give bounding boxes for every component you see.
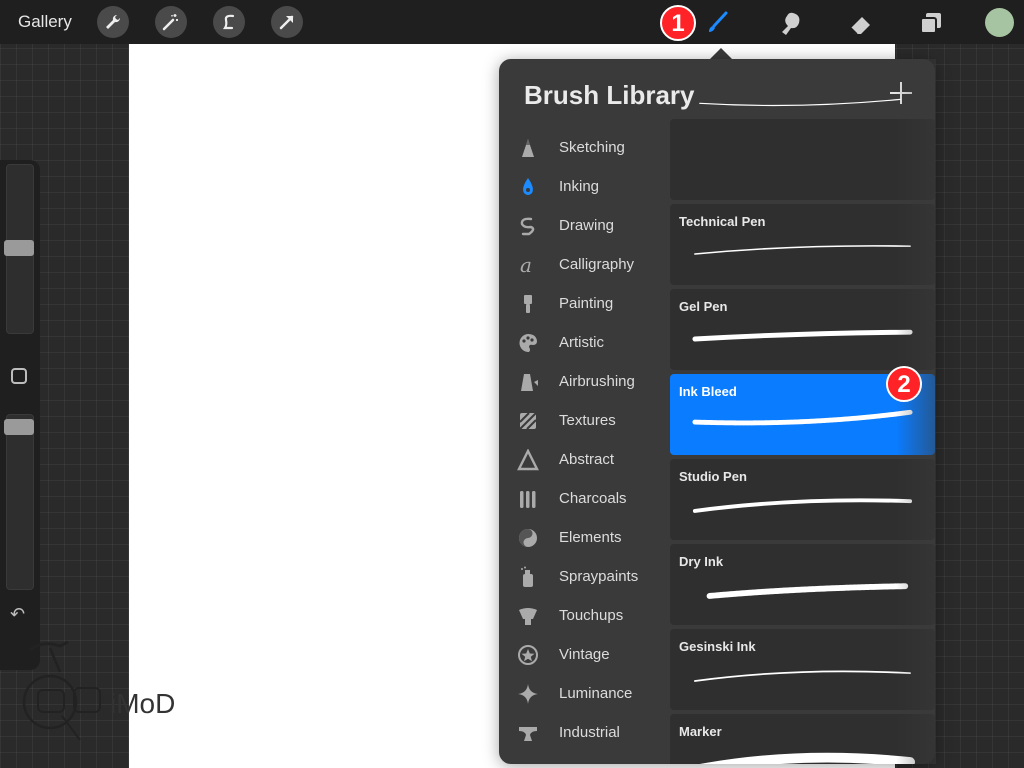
category-vintage[interactable]: Vintage (499, 636, 667, 675)
brush-studio-pen[interactable]: Studio Pen (670, 459, 935, 540)
category-airbrushing[interactable]: Airbrushing (499, 363, 667, 402)
category-label: Artistic (559, 334, 604, 351)
category-industrial[interactable]: Industrial (499, 714, 667, 753)
ink-drop-icon (517, 176, 539, 198)
pencil-tip-icon (517, 137, 539, 159)
sparkle-icon (517, 683, 539, 705)
airbrush-icon (517, 371, 539, 393)
brush-name: Gesinski Ink (679, 639, 756, 654)
texture-icon (517, 410, 539, 432)
watermark-text: iMoD (110, 688, 176, 719)
category-label: Airbrushing (559, 373, 635, 390)
category-label: Painting (559, 295, 614, 312)
brush-name: Dry Ink (679, 554, 724, 569)
category-label: Abstract (559, 451, 615, 468)
brush-size-handle[interactable] (4, 240, 34, 256)
color-swatch[interactable] (985, 8, 1014, 37)
category-luminance[interactable]: Luminance (499, 675, 667, 714)
step-badge-1: 1 (660, 5, 696, 41)
left-sidebar: ↶ (0, 160, 40, 670)
opacity-slider[interactable] (6, 414, 34, 590)
brush-stroke-preview (706, 583, 909, 599)
category-label: Charcoals (559, 490, 627, 507)
category-label: Vintage (559, 646, 610, 663)
panel-title: Brush Library (524, 80, 695, 110)
opacity-handle[interactable] (4, 419, 34, 435)
brush-stroke-preview (699, 752, 915, 764)
category-label: Drawing (559, 217, 615, 234)
spraycan-icon (517, 566, 539, 588)
eraser-icon[interactable] (843, 6, 877, 40)
squiggle-icon (517, 215, 539, 237)
category-label: Touchups (559, 607, 624, 624)
category-artistic[interactable]: Artistic (499, 324, 667, 363)
wrench-icon[interactable] (97, 6, 129, 38)
brush-name: Ink Bleed (679, 384, 737, 399)
category-drawing[interactable]: Drawing (499, 207, 667, 246)
step-badge-2: 2 (886, 366, 922, 402)
transform-arrow-icon[interactable] (271, 6, 303, 38)
category-textures[interactable]: Textures (499, 402, 667, 441)
selection-icon[interactable] (213, 6, 245, 38)
brush-stroke-preview (692, 409, 913, 426)
category-label: Elements (559, 529, 622, 546)
category-label: Industrial (559, 724, 620, 741)
brush-gel-pen[interactable]: Gel Pen (670, 289, 935, 370)
brush-library-panel: Brush Library Sketching Inking Drawing a Cal… (499, 59, 935, 764)
triangle-icon (517, 448, 539, 471)
paintbrush-icon (517, 293, 539, 315)
category-label: Calligraphy (559, 256, 635, 273)
anvil-icon (517, 722, 539, 744)
brush-name: Technical Pen (679, 214, 766, 229)
smudge-icon[interactable] (772, 6, 806, 40)
category-spraypaints[interactable]: Spraypaints (499, 558, 667, 597)
brush-marker[interactable]: Marker (670, 714, 935, 764)
brush-name: Studio Pen (679, 469, 747, 484)
svg-text:a: a (520, 254, 532, 276)
category-inking[interactable]: Inking (499, 168, 667, 207)
brush-stroke-preview (694, 245, 911, 255)
brush-technical-pen[interactable]: Technical Pen (670, 204, 935, 285)
brush-stroke-preview (692, 498, 913, 513)
star-badge-icon (517, 644, 539, 666)
brush-name: Marker (679, 724, 722, 739)
yin-yang-icon (517, 527, 539, 549)
top-toolbar: Gallery (0, 0, 1024, 44)
modify-button[interactable] (11, 368, 27, 384)
category-label: Luminance (559, 685, 633, 702)
category-abstract[interactable]: Abstract (499, 441, 667, 480)
brush-dry-ink[interactable]: Dry Ink (670, 544, 935, 625)
brush-gesinski-ink[interactable]: Gesinski Ink (670, 629, 935, 710)
undo-icon[interactable]: ↶ (10, 604, 25, 625)
category-label: Inking (559, 178, 600, 195)
brush-stroke-preview (694, 670, 911, 682)
layers-icon[interactable] (913, 6, 947, 40)
gallery-button[interactable]: Gallery (18, 12, 72, 32)
category-touchups[interactable]: Touchups (499, 597, 667, 636)
brush-name: Gel Pen (679, 299, 728, 314)
charcoal-icon (517, 488, 539, 510)
category-label: Sketching (559, 139, 625, 156)
brush-stroke-preview (692, 329, 913, 342)
category-charcoals[interactable]: Charcoals (499, 480, 667, 519)
magic-wand-icon[interactable] (155, 6, 187, 38)
category-label: Textures (559, 412, 616, 429)
brush-icon[interactable] (700, 6, 734, 40)
category-elements[interactable]: Elements (499, 519, 667, 558)
calligraphy-icon: a (517, 253, 539, 277)
touchup-icon (517, 605, 539, 627)
category-painting[interactable]: Painting (499, 285, 667, 324)
category-label: Spraypaints (559, 568, 639, 585)
palette-icon (517, 332, 539, 354)
brush-list: Technical Pen Gel Pen Ink Bleed Studio Pen D… (670, 98, 935, 764)
category-calligraphy[interactable]: a Calligraphy (499, 246, 667, 285)
brush-partial[interactable] (670, 98, 935, 200)
brush-stroke-preview (699, 98, 901, 107)
category-sketching[interactable]: Sketching (499, 129, 667, 168)
